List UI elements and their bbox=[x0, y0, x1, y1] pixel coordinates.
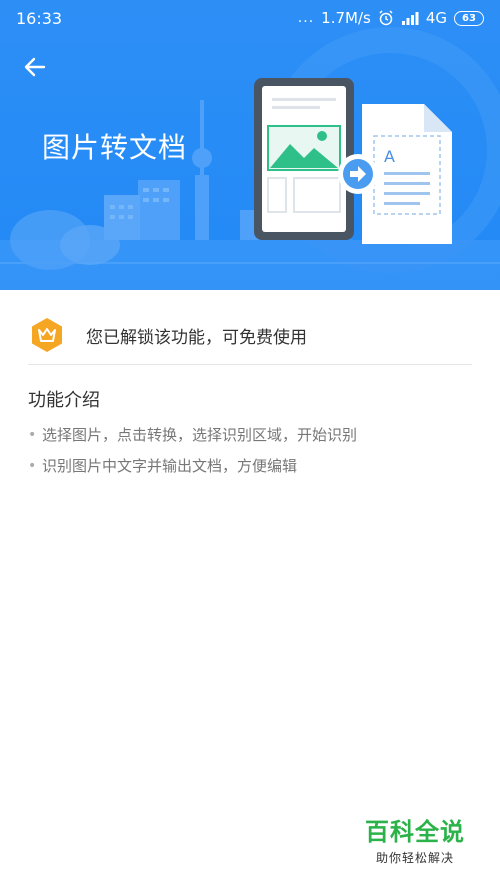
status-bar: 16:33 ... 1.7M/s 4G 63 bbox=[0, 0, 500, 36]
alarm-icon bbox=[379, 10, 393, 26]
bullet-icon: • bbox=[28, 427, 37, 443]
feature-text: 识别图片中文字并输出文档，方便编辑 bbox=[42, 457, 298, 475]
hd-signal-icon bbox=[401, 12, 419, 25]
watermark-subtitle: 助你轻松解决 bbox=[375, 851, 454, 865]
notification-dots: ... bbox=[297, 10, 315, 26]
network-type: 4G bbox=[425, 9, 447, 27]
list-item: • 识别图片中文字并输出文档，方便编辑 bbox=[28, 455, 357, 486]
feature-intro-title: 功能介绍 bbox=[28, 390, 100, 411]
network-speed: 1.7M/s bbox=[321, 9, 371, 27]
battery-level: 63 bbox=[462, 12, 476, 24]
back-arrow-icon[interactable] bbox=[18, 50, 52, 84]
list-item: • 选择图片，点击转换，选择识别区域，开始识别 bbox=[28, 424, 357, 455]
battery-icon: 63 bbox=[454, 10, 484, 26]
feature-text: 选择图片，点击转换，选择识别区域，开始识别 bbox=[42, 426, 358, 444]
crown-icon bbox=[32, 318, 62, 352]
header-banner: 16:33 ... 1.7M/s 4G 63 图片转文档 A bbox=[0, 0, 500, 290]
divider bbox=[28, 364, 472, 365]
svg-text:A: A bbox=[384, 147, 395, 166]
image-to-document-illustration: A bbox=[254, 78, 452, 244]
status-time: 16:33 bbox=[16, 9, 63, 28]
unlock-notice: 您已解锁该功能，可免费使用 bbox=[28, 306, 472, 364]
feature-list: • 选择图片，点击转换，选择识别区域，开始识别 • 识别图片中文字并输出文档，方… bbox=[28, 424, 357, 486]
watermark-title: 百科全说 bbox=[365, 818, 465, 846]
bullet-icon: • bbox=[28, 458, 37, 474]
page-title: 图片转文档 bbox=[42, 131, 188, 164]
unlock-text: 您已解锁该功能，可免费使用 bbox=[86, 327, 307, 348]
watermark-logo: 百科全说 助你轻松解决 bbox=[360, 812, 470, 866]
